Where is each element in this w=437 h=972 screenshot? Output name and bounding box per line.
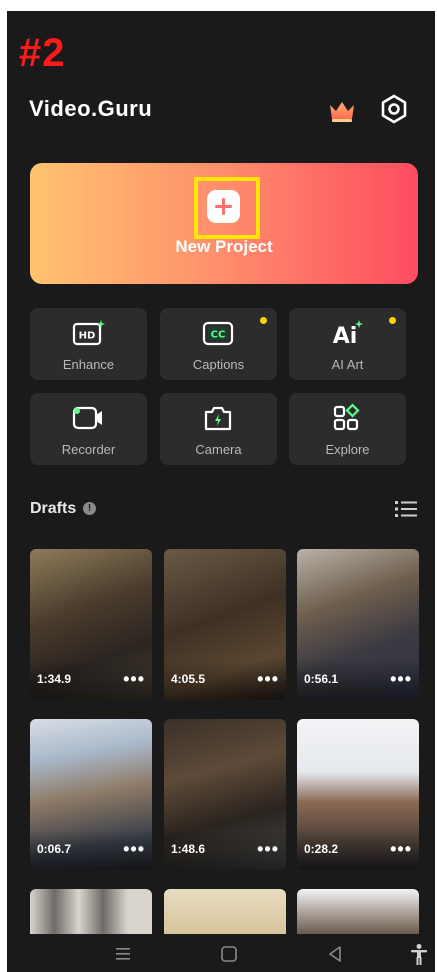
- tool-label: Enhance: [62, 357, 115, 372]
- draft-duration: 0:28.2: [304, 842, 339, 856]
- draft-thumbnail[interactable]: [297, 889, 419, 934]
- new-badge: [260, 317, 267, 324]
- drafts-title: Drafts: [30, 500, 77, 517]
- back-icon[interactable]: [323, 943, 347, 965]
- info-icon[interactable]: !: [83, 502, 96, 515]
- svg-text:CC: CC: [211, 330, 226, 341]
- draft-duration: 1:34.9: [37, 672, 72, 686]
- draft-duration: 1:48.6: [171, 842, 206, 856]
- draft-duration: 0:56.1: [304, 672, 339, 686]
- tool-label: AI Art: [331, 357, 364, 372]
- app-screen: #2 Video.Guru New Project HD Enhance CC …: [7, 11, 435, 972]
- new-badge: [389, 317, 396, 324]
- camera-icon: [204, 406, 232, 431]
- accessibility-icon[interactable]: [407, 943, 431, 965]
- list-view-icon[interactable]: [395, 500, 417, 518]
- draft-thumbnail[interactable]: 1:48.6 •••: [164, 719, 286, 870]
- crown-icon[interactable]: [328, 99, 356, 123]
- draft-thumbnail[interactable]: 0:06.7 •••: [30, 719, 152, 870]
- tool-label: Recorder: [61, 442, 116, 457]
- draft-duration: 0:06.7: [37, 842, 72, 856]
- brand-logo: Video.Guru: [29, 96, 153, 121]
- plus-icon[interactable]: [207, 190, 240, 223]
- more-options-icon[interactable]: •••: [257, 670, 279, 688]
- svg-text:Ai: Ai: [333, 324, 358, 348]
- tool-captions[interactable]: CC Captions: [160, 308, 277, 380]
- draft-thumbnail[interactable]: 4:05.5 •••: [164, 549, 286, 700]
- tool-recorder[interactable]: Recorder: [30, 393, 147, 465]
- new-project-button[interactable]: New Project: [30, 163, 418, 284]
- tool-label: Explore: [325, 442, 370, 457]
- step-tag: #2: [19, 31, 66, 75]
- draft-thumbnail[interactable]: 0:28.2 •••: [297, 719, 419, 870]
- ai-icon: Ai: [333, 320, 363, 348]
- gear-icon[interactable]: [378, 93, 410, 125]
- more-options-icon[interactable]: •••: [123, 670, 145, 688]
- new-project-label: New Project: [175, 237, 273, 256]
- draft-thumbnail[interactable]: [30, 889, 152, 934]
- more-options-icon[interactable]: •••: [257, 840, 279, 858]
- tool-enhance[interactable]: HD Enhance: [30, 308, 147, 380]
- more-options-icon[interactable]: •••: [123, 840, 145, 858]
- draft-thumbnail[interactable]: [164, 889, 286, 934]
- cc-icon: CC: [202, 321, 234, 346]
- tool-ai-art[interactable]: Ai AI Art: [289, 308, 406, 380]
- tool-label: Camera: [195, 442, 242, 457]
- svg-text:HD: HD: [79, 331, 96, 342]
- recorder-icon: [72, 406, 102, 430]
- explore-icon: [333, 403, 360, 431]
- home-icon[interactable]: [217, 943, 241, 965]
- hd-icon: HD: [72, 320, 105, 346]
- tool-label: Captions: [192, 357, 245, 372]
- system-nav-bar: [7, 935, 435, 972]
- more-options-icon[interactable]: •••: [390, 670, 412, 688]
- draft-thumbnail[interactable]: 0:56.1 •••: [297, 549, 419, 700]
- recent-apps-icon[interactable]: [111, 943, 135, 965]
- tool-explore[interactable]: Explore: [289, 393, 406, 465]
- draft-thumbnail[interactable]: 1:34.9 •••: [30, 549, 152, 700]
- draft-duration: 4:05.5: [171, 672, 206, 686]
- more-options-icon[interactable]: •••: [390, 840, 412, 858]
- tool-camera[interactable]: Camera: [160, 393, 277, 465]
